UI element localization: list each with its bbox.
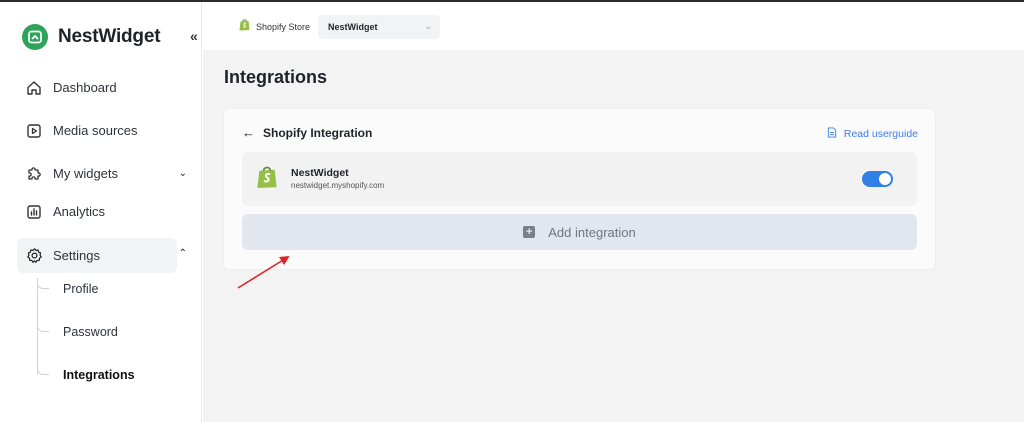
- integration-row: NestWidget nestwidget.myshopify.com: [242, 152, 917, 206]
- chevron-down-icon: ⌄: [424, 21, 433, 31]
- sidebar-subitem-label: Profile: [63, 282, 99, 296]
- store-select-value: NestWidget: [328, 22, 378, 32]
- read-userguide-link[interactable]: Read userguide: [827, 125, 918, 143]
- shopify-logo-icon: [256, 164, 278, 189]
- chevron-down-icon: ⌄: [178, 168, 187, 179]
- plus-square-icon: +: [523, 226, 536, 238]
- chevron-up-icon: ⌃: [178, 248, 187, 259]
- document-icon: [827, 125, 837, 143]
- read-userguide-label: Read userguide: [843, 128, 918, 140]
- gear-icon: [25, 247, 43, 265]
- sidebar-item-label: Settings: [53, 248, 100, 263]
- sidebar-item-analytics[interactable]: Analytics: [17, 194, 177, 229]
- sidebar-subitem-label: Integrations: [63, 368, 135, 382]
- sidebar-subitem-profile[interactable]: Profile: [37, 281, 99, 296]
- home-icon: [25, 79, 43, 97]
- back-button[interactable]: ← Shopify Integration: [242, 125, 372, 140]
- sidebar-item-settings[interactable]: Settings ⌃: [17, 238, 187, 273]
- shopify-integration-card: ← Shopify Integration Read userguide Nes…: [224, 109, 935, 269]
- sidebar: NestWidget « Dashboard Media sources My …: [0, 2, 202, 422]
- sidebar-item-my-widgets[interactable]: My widgets ⌄: [17, 156, 187, 191]
- integration-enabled-toggle[interactable]: [862, 171, 893, 187]
- sidebar-item-label: Media sources: [53, 123, 138, 138]
- card-title: Shopify Integration: [263, 125, 373, 140]
- sidebar-item-media-sources[interactable]: Media sources: [17, 113, 177, 148]
- top-header: Shopify Store NestWidget ⌄: [203, 2, 1024, 50]
- store-select-dropdown[interactable]: NestWidget ⌄: [318, 15, 441, 39]
- sidebar-item-label: Analytics: [53, 204, 106, 219]
- integration-name: NestWidget: [291, 167, 349, 179]
- main-content: Integrations ← Shopify Integration Read …: [203, 50, 1024, 422]
- add-integration-button[interactable]: + Add integration: [242, 214, 917, 250]
- store-label: Shopify Store: [256, 22, 311, 32]
- integration-domain: nestwidget.myshopify.com: [291, 181, 385, 190]
- play-square-icon: [25, 122, 43, 140]
- store-selector: Shopify Store NestWidget ⌄: [239, 15, 441, 39]
- puzzle-icon: [25, 165, 43, 183]
- collapse-sidebar-button[interactable]: «: [190, 28, 198, 44]
- sidebar-item-dashboard[interactable]: Dashboard: [17, 70, 177, 105]
- bar-chart-icon: [25, 203, 43, 221]
- sidebar-item-label: Dashboard: [53, 80, 117, 95]
- brand[interactable]: NestWidget: [22, 24, 161, 50]
- sidebar-subitem-password[interactable]: Password: [37, 324, 118, 339]
- add-integration-label: Add integration: [548, 224, 636, 240]
- sidebar-subitem-label: Password: [63, 325, 118, 339]
- sidebar-item-label: My widgets: [53, 166, 119, 181]
- brand-logo-icon: [22, 24, 48, 50]
- toggle-knob: [879, 173, 891, 185]
- arrow-left-icon: ←: [242, 125, 255, 140]
- shopify-bag-icon: [239, 18, 250, 36]
- brand-name: NestWidget: [58, 26, 161, 47]
- sidebar-subitem-integrations[interactable]: Integrations: [37, 367, 135, 382]
- page-title: Integrations: [224, 67, 328, 87]
